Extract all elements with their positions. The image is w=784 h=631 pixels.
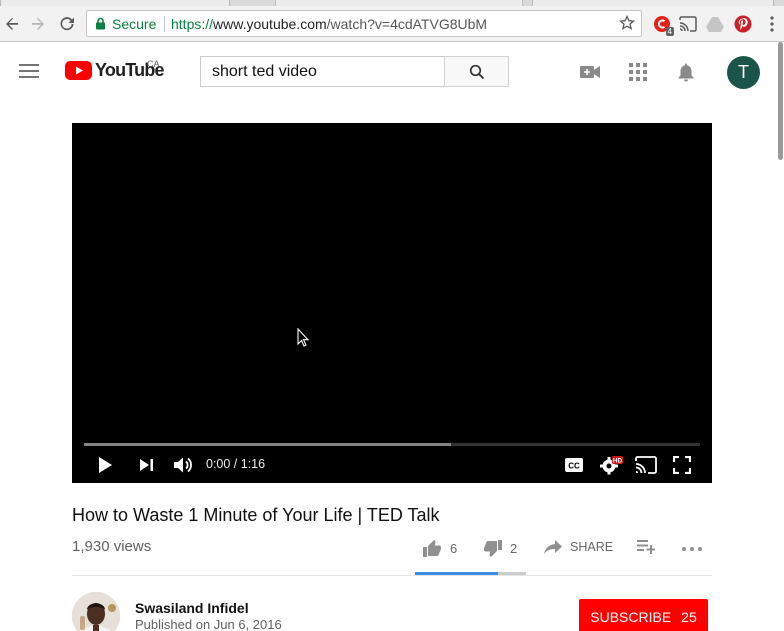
- fullscreen-button[interactable]: [673, 454, 691, 476]
- mouse-cursor-icon: [297, 327, 310, 352]
- youtube-logo[interactable]: YouTube CA: [65, 59, 165, 81]
- quality-badge: HD: [613, 458, 623, 465]
- svg-text:CC: CC: [568, 462, 580, 471]
- cast-icon[interactable]: [678, 14, 698, 34]
- share-icon: [544, 540, 562, 554]
- info-divider: [72, 575, 712, 576]
- video-player[interactable]: 0:00 / 1:16 CC HD: [72, 123, 712, 483]
- dislike-count: 2: [510, 541, 518, 556]
- secure-label: Secure: [112, 16, 157, 32]
- share-button[interactable]: SHARE: [544, 540, 613, 554]
- star-icon[interactable]: [618, 14, 636, 36]
- like-count: 6: [450, 541, 458, 556]
- progress-bar[interactable]: [84, 443, 700, 446]
- settings-icon: HD: [600, 456, 623, 475]
- extension-badge: 4: [665, 27, 674, 36]
- lock-icon: [95, 17, 106, 35]
- url-path: /watch?v=4cdATVG8UbM: [326, 16, 488, 32]
- dislike-button[interactable]: 2: [483, 540, 517, 557]
- captions-button[interactable]: CC: [564, 454, 584, 476]
- subscribe-button[interactable]: SUBSCRIBE 25: [579, 599, 708, 631]
- account-avatar[interactable]: T: [727, 56, 760, 89]
- add-to-playlist-icon: [637, 540, 655, 554]
- thumbs-up-icon: [423, 540, 441, 557]
- reload-icon[interactable]: [57, 14, 77, 34]
- subscriber-count: 25: [681, 609, 697, 625]
- play-icon: [99, 457, 112, 473]
- more-actions-button[interactable]: [682, 547, 702, 551]
- volume-button[interactable]: [173, 454, 193, 476]
- channel-name[interactable]: Swasiland Infidel: [135, 600, 249, 616]
- url-protocol: https://: [171, 16, 214, 32]
- page-scrollbar[interactable]: [778, 42, 784, 631]
- search-input[interactable]: short ted video: [200, 56, 445, 87]
- like-button[interactable]: 6: [423, 540, 457, 557]
- time-display: 0:00 / 1:16: [206, 457, 266, 471]
- address-bar[interactable]: Secure https://www.youtube.com/watch?v=4…: [86, 10, 642, 37]
- url-text: https://www.youtube.com/watch?v=4cdATVG8…: [171, 16, 487, 32]
- cast-button[interactable]: [635, 454, 657, 476]
- address-separator: [164, 16, 165, 32]
- search-button[interactable]: [444, 56, 509, 87]
- search-icon: [469, 64, 484, 79]
- channel-avatar[interactable]: [72, 592, 120, 631]
- publish-date: Published on Jun 6, 2016: [135, 617, 282, 631]
- browser-menu-icon[interactable]: [762, 14, 782, 34]
- buffered-bar: [84, 443, 452, 446]
- more-icon: [682, 547, 702, 551]
- next-icon: [140, 459, 153, 471]
- apps-icon[interactable]: [627, 61, 649, 83]
- back-icon[interactable]: [2, 14, 22, 34]
- subscribe-label: SUBSCRIBE: [590, 609, 672, 625]
- add-to-playlist-button[interactable]: [637, 540, 655, 554]
- captions-icon: CC: [565, 458, 583, 472]
- pinterest-icon[interactable]: [733, 14, 753, 34]
- country-code: CA: [147, 59, 160, 69]
- view-count: 1,930 views: [72, 538, 152, 555]
- forward-icon[interactable]: [28, 14, 48, 34]
- play-button[interactable]: [97, 454, 113, 476]
- next-button[interactable]: [139, 454, 155, 476]
- fullscreen-icon: [673, 456, 691, 474]
- url-host: www.youtube.com: [213, 16, 327, 32]
- youtube-play-logo-icon: [65, 61, 92, 80]
- drive-icon[interactable]: [705, 14, 725, 34]
- volume-icon: [174, 457, 192, 473]
- notifications-icon[interactable]: [675, 61, 697, 83]
- search-box: short ted video: [200, 56, 509, 87]
- youtube-masthead: YouTube CA short ted video T: [0, 42, 778, 99]
- cast-icon: [635, 456, 657, 474]
- browser-toolbar: Secure https://www.youtube.com/watch?v=4…: [0, 6, 784, 42]
- menu-icon[interactable]: [19, 64, 39, 83]
- video-title: How to Waste 1 Minute of Your Life | TED…: [72, 505, 440, 525]
- create-video-icon[interactable]: [579, 61, 601, 83]
- scrollbar-thumb[interactable]: [778, 42, 783, 160]
- extension-icon[interactable]: 4: [652, 14, 674, 36]
- share-label: SHARE: [570, 540, 614, 554]
- settings-button[interactable]: HD: [599, 454, 623, 476]
- channel-avatar-image: [72, 592, 120, 631]
- thumbs-down-icon: [484, 540, 502, 557]
